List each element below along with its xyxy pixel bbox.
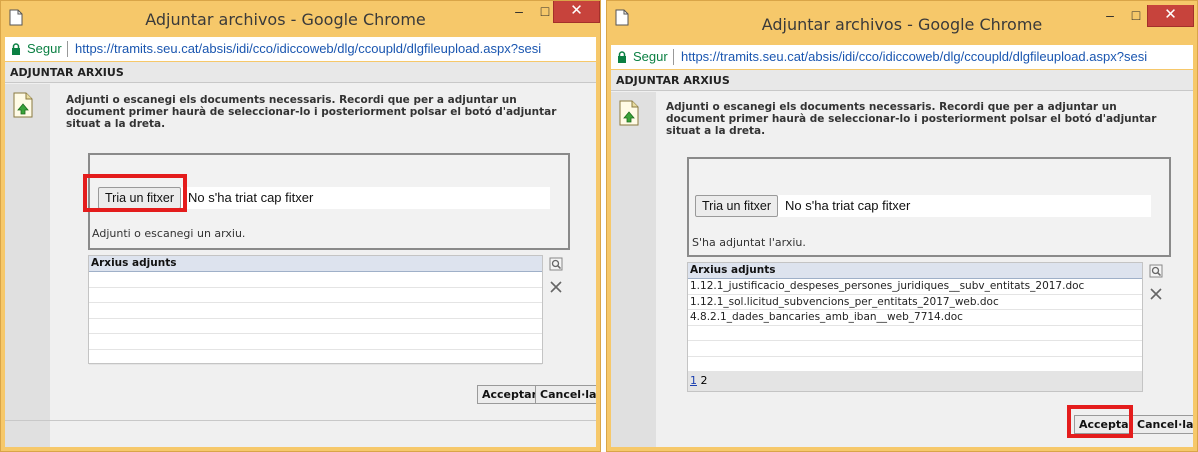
cancel-button[interactable]: Cancel·lar	[535, 385, 596, 404]
upload-file-icon	[619, 100, 639, 126]
table-row	[89, 334, 542, 350]
upload-panel: Tria un fitxer No s'ha triat cap fitxer …	[687, 157, 1171, 257]
table-row	[89, 350, 542, 365]
instructions-line: Adjunti o escanegi els documents necessa…	[666, 101, 1117, 113]
instructions-text: Adjunti o escanegi els documents necessa…	[666, 101, 1156, 137]
upload-status: S'ha adjuntat l'arxiu.	[692, 236, 806, 249]
maximize-button[interactable]: □	[1123, 5, 1149, 27]
address-bar[interactable]: Segur https://tramits.seu.cat/absis/idi/…	[5, 37, 596, 61]
pager: 1 2	[688, 371, 1142, 391]
dialog-sidebar	[5, 84, 50, 447]
accept-button[interactable]: Acceptar	[477, 385, 542, 404]
table-row[interactable]: 1.12.1_sol.licitud_subvencions_per_entit…	[688, 295, 1142, 310]
table-row	[89, 272, 542, 288]
title-bar[interactable]: Adjuntar archivos - Google Chrome – □ ✕	[1, 1, 600, 35]
address-bar[interactable]: Segur https://tramits.seu.cat/absis/idi/…	[611, 45, 1193, 69]
page-1-link[interactable]: 1	[690, 374, 697, 387]
table-row	[89, 288, 542, 303]
chrome-window-left: Adjuntar archivos - Google Chrome – □ ✕ …	[0, 0, 601, 452]
delete-icon[interactable]	[549, 280, 563, 294]
delete-icon[interactable]	[1149, 287, 1163, 301]
attachments-table: Arxius adjunts 1.12.1_justificacio_despe…	[687, 262, 1143, 392]
table-row	[89, 319, 542, 334]
upload-file-icon	[13, 92, 33, 118]
table-row	[688, 357, 1142, 372]
view-file-icon[interactable]	[549, 257, 563, 271]
no-file-label: No s'ha triat cap fitxer	[188, 190, 314, 205]
dialog-sidebar	[611, 92, 656, 447]
instructions-line: situat a la dreta.	[66, 118, 166, 130]
dialog-header: ADJUNTAR ARXIUS	[611, 70, 1193, 91]
instructions-line: document primer haurà de seleccionar-lo …	[666, 113, 1157, 125]
cancel-button[interactable]: Cancel·lar	[1132, 415, 1193, 434]
secure-label: Segur	[633, 49, 668, 64]
close-button[interactable]: ✕	[1147, 5, 1194, 27]
no-file-label: No s'ha triat cap fitxer	[785, 198, 911, 213]
dialog-header: ADJUNTAR ARXIUS	[5, 62, 596, 83]
url-separator	[67, 41, 68, 57]
title-bar[interactable]: Adjuntar archivos - Google Chrome – □ ✕	[607, 1, 1197, 35]
url-text[interactable]: https://tramits.seu.cat/absis/idi/cco/id…	[681, 49, 1147, 64]
table-row[interactable]: 4.8.2.1_dades_bancaries_amb_iban__web_77…	[688, 310, 1142, 326]
table-row	[688, 341, 1142, 357]
dialog-content: ADJUNTAR ARXIUS Adjunti o escanegi els d…	[5, 62, 596, 447]
url-text[interactable]: https://tramits.seu.cat/absis/idi/cco/id…	[75, 41, 541, 56]
url-separator	[673, 49, 674, 65]
instructions-text: Adjunti o escanegi els documents necessa…	[66, 94, 556, 130]
dialog-content: ADJUNTAR ARXIUS Adjunti o escanegi els d…	[611, 70, 1193, 447]
highlight-choose-file	[83, 174, 187, 212]
page-2-label[interactable]: 2	[701, 374, 708, 387]
lock-icon	[618, 51, 626, 63]
table-row[interactable]: 1.12.1_justificacio_despeses_persones_ju…	[688, 279, 1142, 295]
attachments-table: Arxius adjunts	[88, 255, 543, 365]
view-file-icon[interactable]	[1149, 264, 1163, 278]
secure-label: Segur	[27, 41, 62, 56]
footer-divider	[5, 420, 596, 421]
instructions-line: Adjunti o escanegi els documents necessa…	[66, 94, 517, 106]
minimize-button[interactable]: –	[1097, 5, 1123, 27]
instructions-line: situat a la dreta.	[666, 125, 766, 137]
table-header: Arxius adjunts	[89, 256, 542, 272]
table-row	[89, 303, 542, 319]
instructions-line: document primer haurà de seleccionar-lo …	[66, 106, 557, 118]
minimize-button[interactable]: –	[506, 1, 532, 23]
table-header: Arxius adjunts	[688, 263, 1142, 279]
chrome-window-right: Adjuntar archivos - Google Chrome – □ ✕ …	[606, 0, 1198, 452]
table-row	[688, 326, 1142, 341]
upload-status: Adjunti o escanegi un arxiu.	[92, 227, 246, 240]
highlight-accept	[1067, 405, 1133, 438]
close-button[interactable]: ✕	[553, 1, 600, 23]
choose-file-button[interactable]: Tria un fitxer	[695, 195, 779, 217]
lock-icon	[12, 43, 20, 55]
